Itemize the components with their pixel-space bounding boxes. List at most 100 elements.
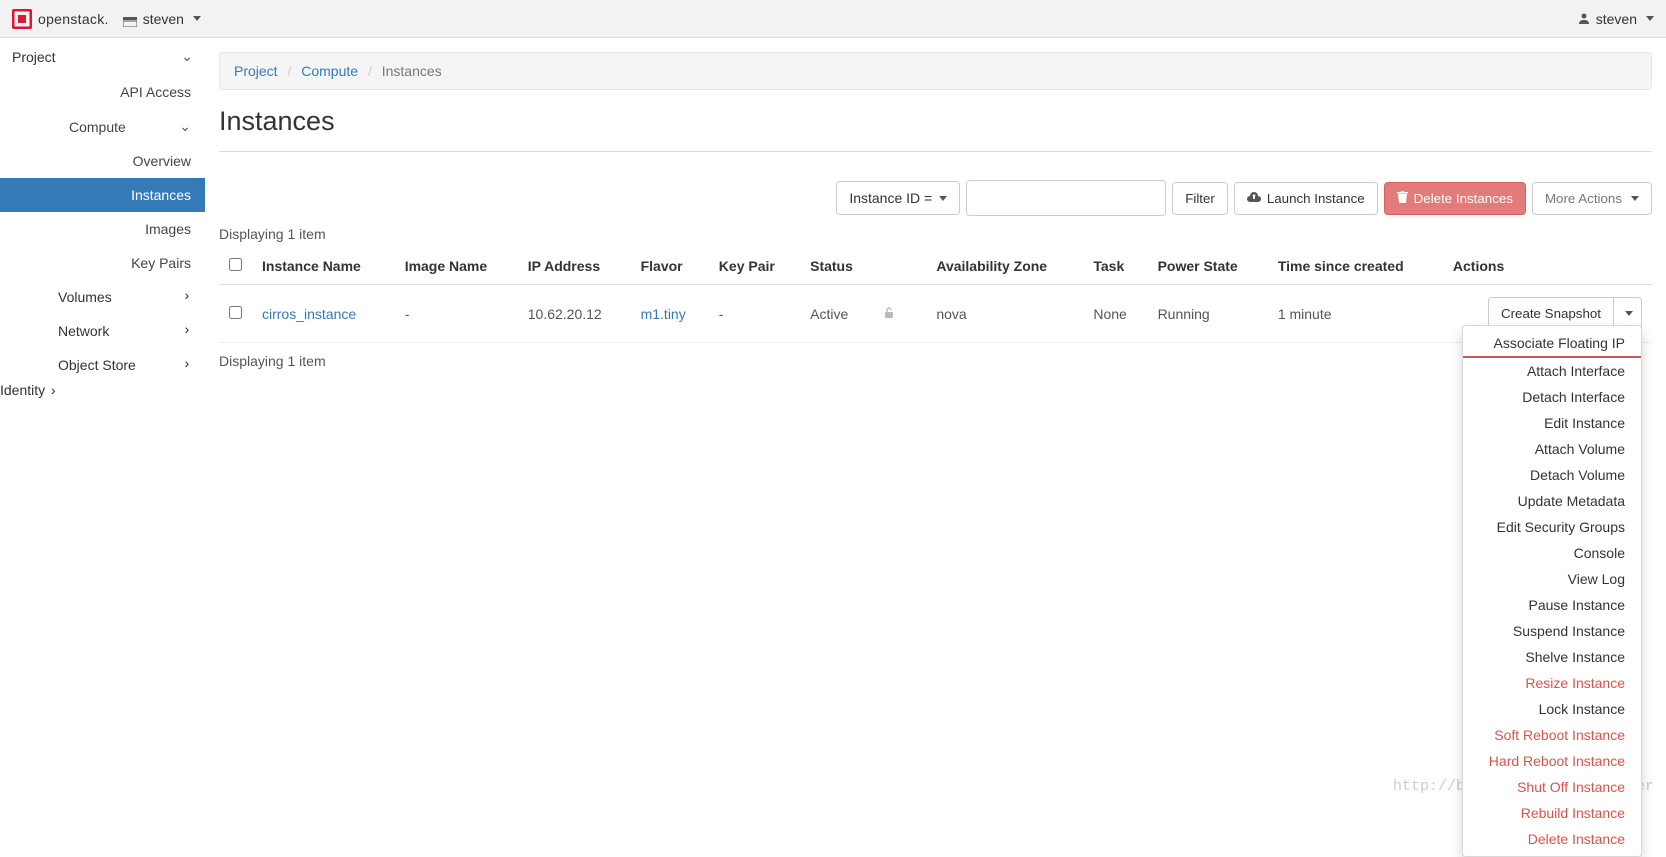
nav-project-group: Project ⌄ API Access Compute ⌄ Overview … <box>0 38 205 382</box>
nav-overview[interactable]: Overview <box>0 144 205 178</box>
action-menu-item[interactable]: Rebuild Instance <box>1463 800 1641 826</box>
nav-identity-toggle[interactable]: Identity › <box>0 382 205 400</box>
nav-api-access[interactable]: API Access <box>0 75 205 109</box>
action-menu-item[interactable]: Pause Instance <box>1463 592 1641 618</box>
sidebar: Project ⌄ API Access Compute ⌄ Overview … <box>0 38 205 400</box>
action-menu-item[interactable]: Shut Off Instance <box>1463 774 1641 800</box>
nav-project-label: Project <box>12 49 56 65</box>
unlock-icon <box>883 306 895 322</box>
cell-actions: Create Snapshot Associate Floating IPAtt… <box>1443 285 1652 343</box>
topbar-left: openstack. steven <box>12 9 201 29</box>
breadcrumb-project[interactable]: Project <box>234 63 278 79</box>
cell-time-created: 1 minute <box>1268 285 1443 343</box>
more-actions-label: More Actions <box>1545 191 1622 206</box>
chevron-right-icon: › <box>183 323 191 339</box>
more-actions-button[interactable]: More Actions <box>1532 182 1652 215</box>
chevron-down-icon: ⌄ <box>181 48 193 65</box>
user-menu[interactable]: steven <box>1578 11 1654 27</box>
action-menu-item[interactable]: Resize Instance <box>1463 670 1641 696</box>
chevron-right-icon: › <box>183 357 191 373</box>
divider <box>219 151 1652 152</box>
action-menu-item[interactable]: Detach Volume <box>1463 462 1641 488</box>
action-menu-item[interactable]: Lock Instance <box>1463 696 1641 722</box>
openstack-logo-icon <box>12 9 32 29</box>
status-text: Active <box>810 306 848 322</box>
displaying-bottom: Displaying 1 item <box>219 353 1652 369</box>
breadcrumb-instances: Instances <box>382 63 442 79</box>
action-menu-item[interactable]: Attach Volume <box>1463 436 1641 462</box>
col-image-name[interactable]: Image Name <box>395 248 518 285</box>
nav-network-toggle[interactable]: Network › <box>0 314 205 348</box>
row-checkbox[interactable] <box>229 306 242 319</box>
nav-object-store-toggle[interactable]: Object Store › <box>0 348 205 382</box>
col-power-state[interactable]: Power State <box>1148 248 1268 285</box>
filter-input[interactable] <box>966 180 1166 216</box>
col-key-pair[interactable]: Key Pair <box>709 248 800 285</box>
cell-task: None <box>1083 285 1147 343</box>
nav-project-toggle[interactable]: Project ⌄ <box>0 38 205 75</box>
nav-compute-toggle[interactable]: Compute ⌄ <box>0 109 205 144</box>
action-menu-item[interactable]: Soft Reboot Instance <box>1463 722 1641 748</box>
col-flavor[interactable]: Flavor <box>631 248 709 285</box>
table-row: cirros_instance - 10.62.20.12 m1.tiny - … <box>219 285 1652 343</box>
col-ip-address[interactable]: IP Address <box>518 248 631 285</box>
col-checkbox <box>219 248 252 285</box>
caret-down-icon <box>1625 311 1633 316</box>
action-menu-item[interactable]: Shelve Instance <box>1463 644 1641 670</box>
cell-power-state: Running <box>1148 285 1268 343</box>
trash-icon <box>1397 191 1408 206</box>
content: Project / Compute / Instances Instances … <box>205 38 1666 400</box>
instances-table: Instance Name Image Name IP Address Flav… <box>219 248 1652 343</box>
caret-down-icon <box>193 16 201 21</box>
action-menu-item[interactable]: Attach Interface <box>1463 358 1641 384</box>
user-name: steven <box>1596 11 1637 27</box>
nav-network-label: Network <box>14 323 109 339</box>
filter-field-selector[interactable]: Instance ID = <box>836 181 960 215</box>
col-task[interactable]: Task <box>1083 248 1147 285</box>
toolbar: Instance ID = Filter Launch Instance Del… <box>219 180 1652 216</box>
displaying-top: Displaying 1 item <box>219 226 1652 242</box>
main-layout: Project ⌄ API Access Compute ⌄ Overview … <box>0 38 1666 400</box>
delete-instances-button[interactable]: Delete Instances <box>1384 182 1526 215</box>
nav-key-pairs[interactable]: Key Pairs <box>0 246 205 280</box>
col-status[interactable]: Status <box>800 248 926 285</box>
action-menu-item[interactable]: Detach Interface <box>1463 384 1641 410</box>
action-menu-item[interactable]: Associate Floating IP <box>1463 330 1641 358</box>
nav-volumes-label: Volumes <box>14 289 112 305</box>
select-all-checkbox[interactable] <box>229 258 242 271</box>
nav-volumes-toggle[interactable]: Volumes › <box>0 280 205 314</box>
instance-name-link[interactable]: cirros_instance <box>262 306 356 322</box>
cell-image-name: - <box>395 285 518 343</box>
table-header-row: Instance Name Image Name IP Address Flav… <box>219 248 1652 285</box>
action-menu-item[interactable]: Update Metadata <box>1463 488 1641 514</box>
nav-compute-label: Compute <box>14 119 179 135</box>
col-instance-name[interactable]: Instance Name <box>252 248 395 285</box>
nav-images[interactable]: Images <box>0 212 205 246</box>
action-menu-item[interactable]: Suspend Instance <box>1463 618 1641 644</box>
action-menu-item[interactable]: Edit Instance <box>1463 410 1641 436</box>
action-menu-item[interactable]: Edit Security Groups <box>1463 514 1641 540</box>
breadcrumb: Project / Compute / Instances <box>219 52 1652 90</box>
breadcrumb-compute[interactable]: Compute <box>301 63 358 79</box>
action-menu-item[interactable]: Delete Instance <box>1463 826 1641 852</box>
cell-az: nova <box>926 285 1083 343</box>
brand-text: openstack. <box>38 11 109 27</box>
brand-logo[interactable]: openstack. <box>12 9 109 29</box>
nav-object-store-label: Object Store <box>14 357 136 373</box>
project-selector[interactable]: steven <box>123 11 201 27</box>
action-menu-item[interactable]: View Log <box>1463 566 1641 592</box>
action-menu-item[interactable]: Console <box>1463 540 1641 566</box>
cell-flavor: m1.tiny <box>631 285 709 343</box>
col-time-created[interactable]: Time since created <box>1268 248 1443 285</box>
chevron-down-icon: ⌄ <box>179 118 191 135</box>
action-menu-item[interactable]: Hard Reboot Instance <box>1463 748 1641 774</box>
cell-ip-address: 10.62.20.12 <box>518 285 631 343</box>
cell-key-pair: - <box>709 285 800 343</box>
filter-button[interactable]: Filter <box>1172 182 1228 215</box>
col-actions: Actions <box>1443 248 1652 285</box>
launch-instance-button[interactable]: Launch Instance <box>1234 182 1378 215</box>
nav-instances[interactable]: Instances <box>0 178 205 212</box>
chevron-right-icon: › <box>183 289 191 305</box>
flavor-link[interactable]: m1.tiny <box>641 306 686 322</box>
col-az[interactable]: Availability Zone <box>926 248 1083 285</box>
